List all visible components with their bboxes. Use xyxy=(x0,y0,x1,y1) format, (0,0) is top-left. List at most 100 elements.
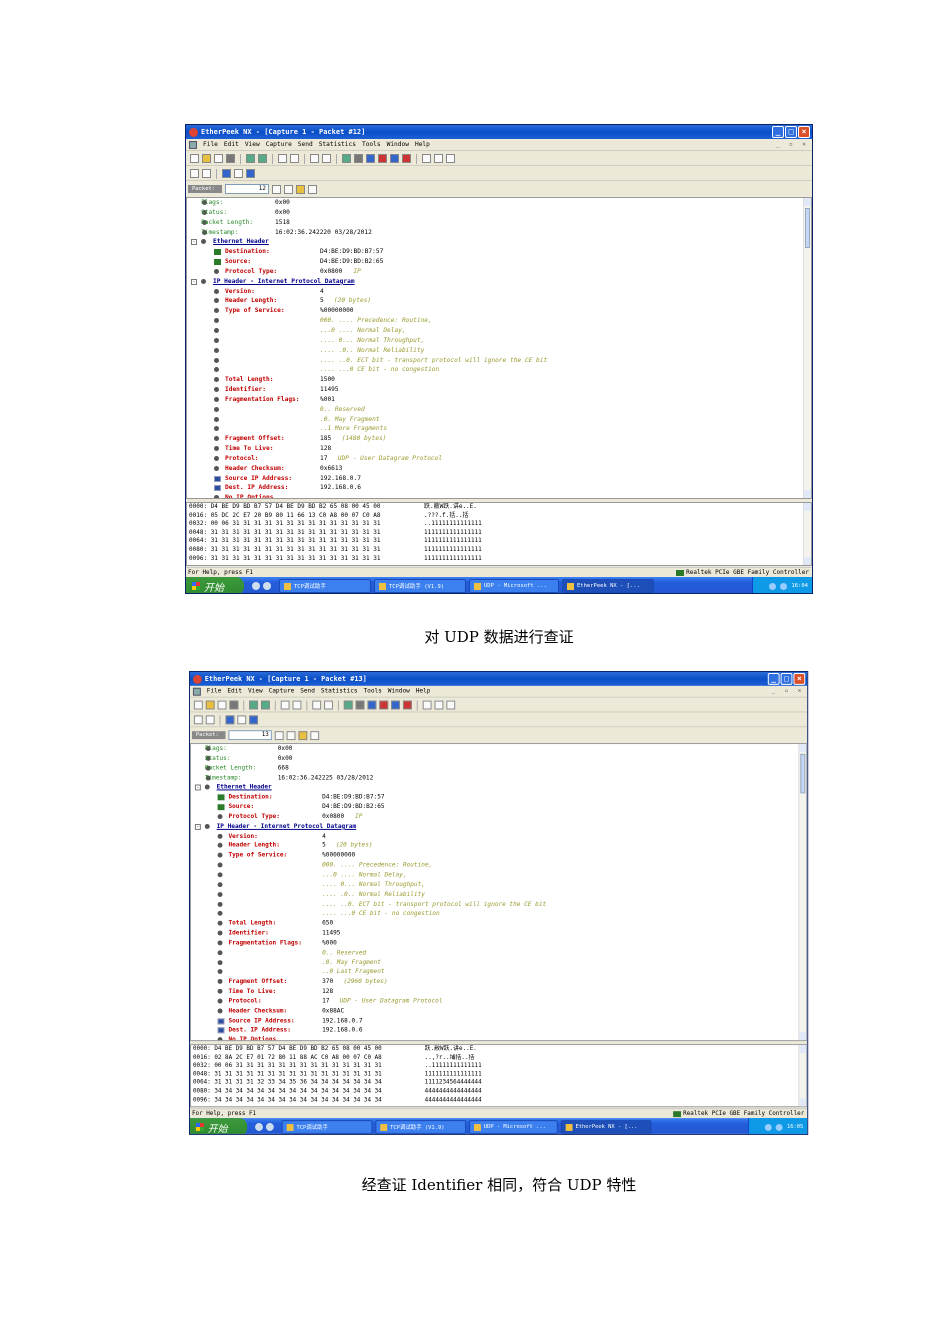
back-arrow-icon[interactable] xyxy=(190,169,199,178)
table-icon[interactable] xyxy=(390,154,399,163)
filter-icon[interactable] xyxy=(355,700,365,710)
start-capture-icon[interactable] xyxy=(246,154,255,163)
tree-row[interactable]: Fragment Offset: 370 (2960 bytes) xyxy=(191,977,806,987)
log-icon[interactable] xyxy=(434,154,443,163)
open-icon[interactable] xyxy=(205,700,215,710)
tree-row[interactable]: - Ethernet Header xyxy=(187,237,811,247)
tree-row[interactable]: ...0 .... Normal Delay, xyxy=(191,870,806,880)
menu-send[interactable]: Send xyxy=(298,141,313,148)
tree-row[interactable]: Header Checksum: 0x88AC xyxy=(191,1006,806,1016)
ie-icon[interactable] xyxy=(255,1123,263,1131)
tree-row[interactable]: ...0 .... Normal Delay, xyxy=(187,326,811,336)
report-icon[interactable] xyxy=(422,700,432,710)
options-icon[interactable] xyxy=(446,154,455,163)
tree-row[interactable]: .... ...0 CE bit - no congestion xyxy=(187,365,811,375)
tree-row[interactable]: Dest. IP Address: 192.168.0.6 xyxy=(187,483,811,493)
taskbar-item[interactable]: TCP调试助手 xyxy=(281,1120,373,1134)
tree-row[interactable]: Fragmentation Flags: %000 xyxy=(191,938,806,948)
tree-row[interactable]: .... ...0 CE bit - no congestion xyxy=(191,909,806,919)
hex-dump-pane[interactable]: 0000: D4 BE D9 BD B7 57 D4 BE D9 BD B2 6… xyxy=(189,1044,808,1108)
decode-icon[interactable] xyxy=(274,730,284,740)
tree-row[interactable]: Identifier: 11495 xyxy=(191,929,806,939)
taskbar-item[interactable]: UDP - Microsoft ... xyxy=(469,1120,558,1134)
scroll-thumb[interactable] xyxy=(805,208,810,248)
scroll-up-arrow[interactable] xyxy=(799,1045,807,1053)
tree-row[interactable]: Protocol: 17 UDP - User Datagram Protocol xyxy=(187,454,811,464)
hex-view-icon[interactable] xyxy=(234,169,243,178)
menu-window[interactable]: Window xyxy=(387,141,409,148)
decode-tree-pane[interactable]: Flags: 0x00 Status: 0x00 Packet Length: 1518 T… xyxy=(186,197,812,499)
tree-row[interactable]: Destination: D4:BE:D9:BD:B7:57 xyxy=(187,247,811,257)
tree-row[interactable]: .... .0.. Normal Reliability xyxy=(191,890,806,900)
tree-row[interactable]: Status: 0x00 xyxy=(187,208,811,218)
copy-icon[interactable] xyxy=(278,154,287,163)
tree-row[interactable]: Version: 4 xyxy=(191,831,806,841)
tray-volume-icon[interactable] xyxy=(776,1123,784,1131)
tree-row[interactable]: Source IP Address: 192.168.0.7 xyxy=(191,1016,806,1026)
stop-capture-icon[interactable] xyxy=(258,154,267,163)
tree-icon[interactable] xyxy=(310,730,320,740)
start-button[interactable]: 开始 xyxy=(189,1118,248,1134)
tree-icon[interactable] xyxy=(308,184,317,194)
menu-capture[interactable]: Capture xyxy=(266,141,292,148)
collapse-toggle[interactable]: - xyxy=(191,278,197,285)
tree-row[interactable]: Total Length: 1500 xyxy=(187,375,811,385)
export-icon[interactable] xyxy=(324,700,333,710)
hex-dump-pane[interactable]: 0000: D4 BE D9 BD B7 57 D4 BE D9 BD B2 6… xyxy=(186,502,812,566)
taskbar-item[interactable]: UDP - Microsoft ... xyxy=(469,579,559,593)
minimize-button[interactable]: _ xyxy=(767,672,780,685)
tree-row[interactable]: Status: 0x00 xyxy=(191,754,806,764)
new-icon[interactable] xyxy=(193,700,203,710)
scroll-up-arrow[interactable] xyxy=(804,503,811,511)
new-icon[interactable] xyxy=(190,154,199,163)
tree-row[interactable]: Flags: 0x00 xyxy=(191,744,806,754)
tree-row[interactable]: Timestamp: 16:02:36.242225 03/28/2012 xyxy=(191,773,806,783)
menu-view[interactable]: View xyxy=(245,141,260,148)
back-arrow-icon[interactable] xyxy=(193,715,203,725)
menu-window[interactable]: Window xyxy=(388,688,410,695)
dashboard-icon[interactable] xyxy=(367,700,377,710)
scroll-up-arrow[interactable] xyxy=(804,198,811,206)
tree-row[interactable]: Header Length: 5 (20 bytes) xyxy=(191,841,806,851)
scroll-down-arrow[interactable] xyxy=(804,557,811,565)
decode-tree-pane[interactable]: Flags: 0x00 Status: 0x00 Packet Length: 668 Ti… xyxy=(189,743,808,1042)
tree-row[interactable]: Header Checksum: 0x6613 xyxy=(187,464,811,474)
tree-row[interactable]: Identifier: 11495 xyxy=(187,385,811,395)
menu-tools[interactable]: Tools xyxy=(363,688,381,695)
tree-row[interactable]: Fragmentation Flags: %001 xyxy=(187,395,811,405)
tree-row[interactable]: .0. May Fragment xyxy=(187,415,811,425)
tree-row[interactable]: Fragment Offset: 185 (1480 bytes) xyxy=(187,434,811,444)
mdi-controls[interactable]: _ ▫ × xyxy=(772,688,805,695)
page-icon[interactable] xyxy=(286,730,296,740)
collapse-toggle[interactable]: - xyxy=(191,239,197,246)
forward-arrow-icon[interactable] xyxy=(202,169,211,178)
search-icon[interactable] xyxy=(246,169,255,178)
tree-row[interactable]: .... 0... Normal Throughput, xyxy=(187,336,811,346)
tray-network-icon[interactable] xyxy=(765,1123,773,1131)
hex-scrollbar[interactable] xyxy=(803,503,811,565)
network-icon[interactable] xyxy=(343,700,353,710)
mdi-controls[interactable]: _ ▫ × xyxy=(776,141,809,148)
dashboard-icon[interactable] xyxy=(366,154,375,163)
menu-capture[interactable]: Capture xyxy=(269,688,295,695)
copy-icon[interactable] xyxy=(280,700,290,710)
search-icon[interactable] xyxy=(249,715,259,725)
table-icon[interactable] xyxy=(391,700,401,710)
tree-row[interactable]: No IP Options xyxy=(187,493,811,498)
menu-view[interactable]: View xyxy=(248,688,263,695)
import-icon[interactable] xyxy=(312,700,322,710)
tree-row[interactable]: Source: D4:BE:D9:BD:B2:65 xyxy=(187,257,811,267)
scroll-up-arrow[interactable] xyxy=(799,744,807,752)
tree-row[interactable]: Time To Live: 128 xyxy=(191,987,806,997)
tree-row[interactable]: Time To Live: 128 xyxy=(187,444,811,454)
close-button[interactable]: × xyxy=(793,672,806,685)
scroll-down-arrow[interactable] xyxy=(799,1032,807,1041)
print-icon[interactable] xyxy=(229,700,239,710)
decode-view-icon[interactable] xyxy=(222,169,231,178)
tree-row[interactable]: Protocol Type: 0x0800 IP xyxy=(187,267,811,277)
packet-number-input[interactable]: 13 xyxy=(228,730,272,741)
tree-row[interactable]: Total Length: 650 xyxy=(191,919,806,929)
tree-row[interactable]: Destination: D4:BE:D9:BD:B7:57 xyxy=(191,793,806,803)
tree-row[interactable]: Type of Service: %00000000 xyxy=(191,851,806,861)
tree-row[interactable]: Header Length: 5 (20 bytes) xyxy=(187,296,811,306)
